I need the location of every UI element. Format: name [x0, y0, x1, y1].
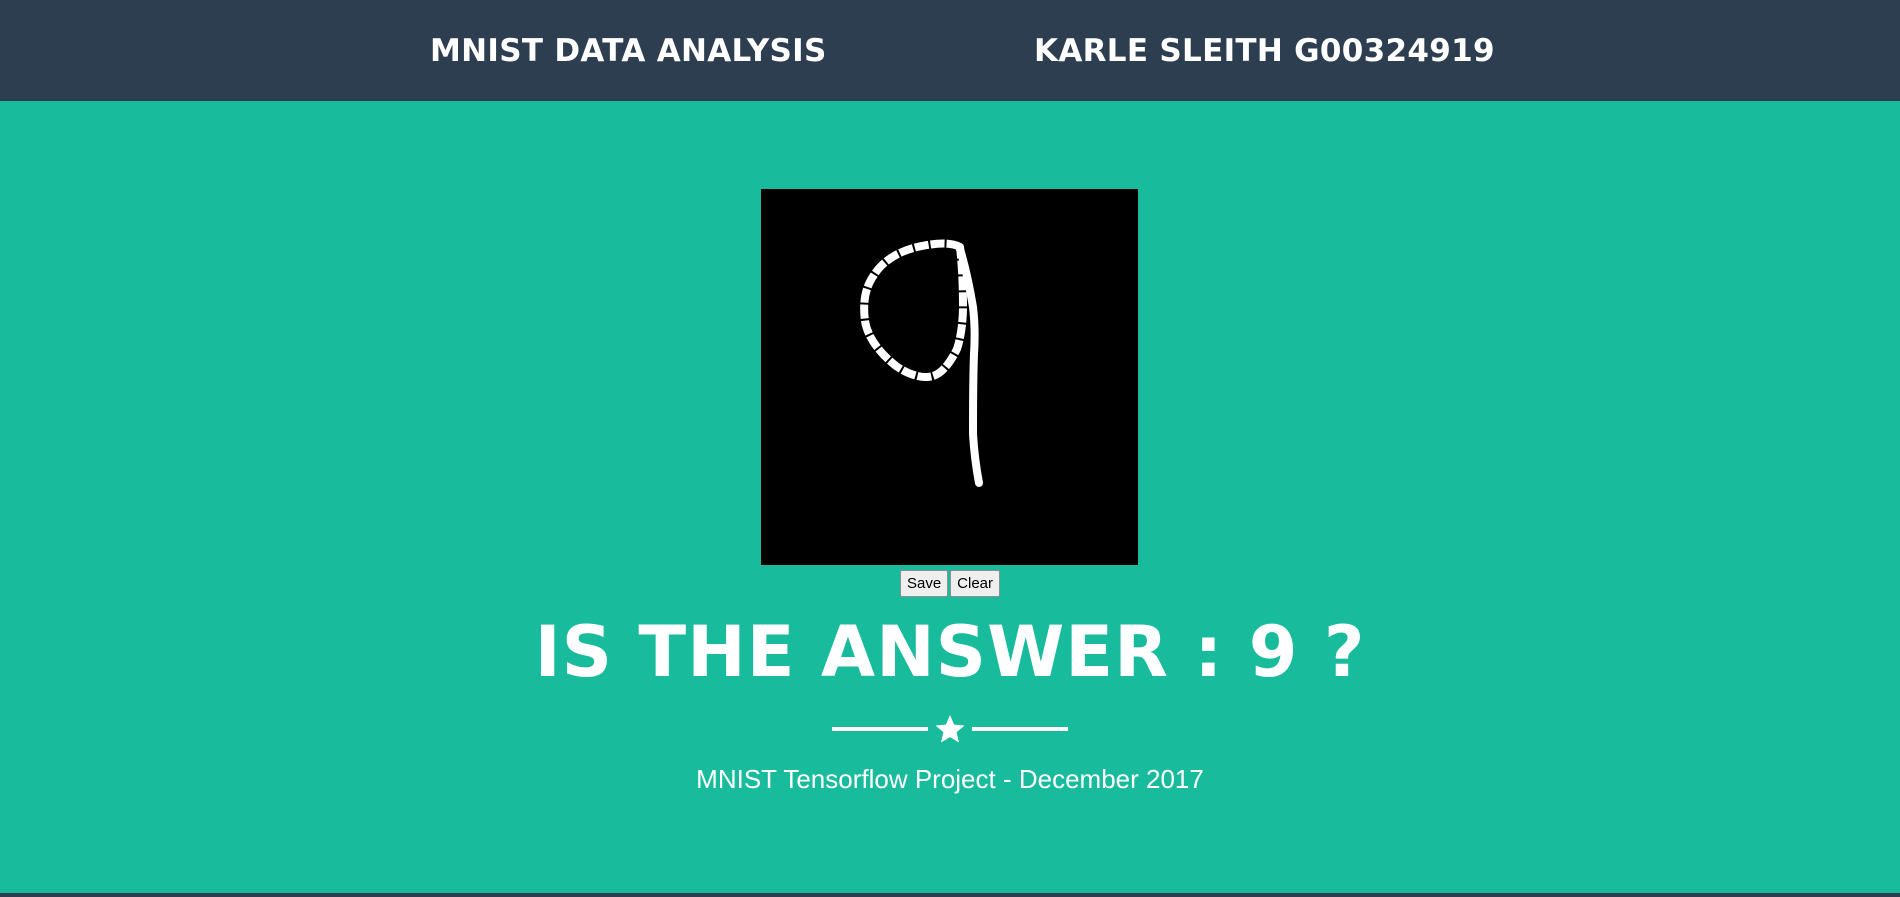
star-divider — [832, 713, 1068, 745]
drawing-canvas[interactable] — [761, 189, 1138, 565]
clear-button[interactable]: Clear — [950, 570, 1001, 597]
project-subtitle: MNIST Tensorflow Project - December 2017 — [696, 764, 1204, 794]
divider-line-left — [832, 727, 928, 731]
prediction-heading: IS THE ANSWER : 9 ? — [534, 611, 1366, 693]
nav-author-link[interactable]: KARLE SLEITH G00324919 — [1034, 32, 1495, 70]
divider-line-right — [972, 727, 1068, 731]
save-button[interactable]: Save — [899, 570, 949, 597]
handwritten-digit-stroke — [860, 239, 983, 487]
top-navbar: MNIST DATA ANALYSIS KARLE SLEITH G003249… — [0, 0, 1900, 101]
canvas-controls: Save Clear — [0, 570, 1900, 597]
star-icon — [935, 715, 965, 743]
nav-brand-link[interactable]: MNIST DATA ANALYSIS — [430, 32, 827, 70]
bottom-border — [0, 893, 1900, 897]
